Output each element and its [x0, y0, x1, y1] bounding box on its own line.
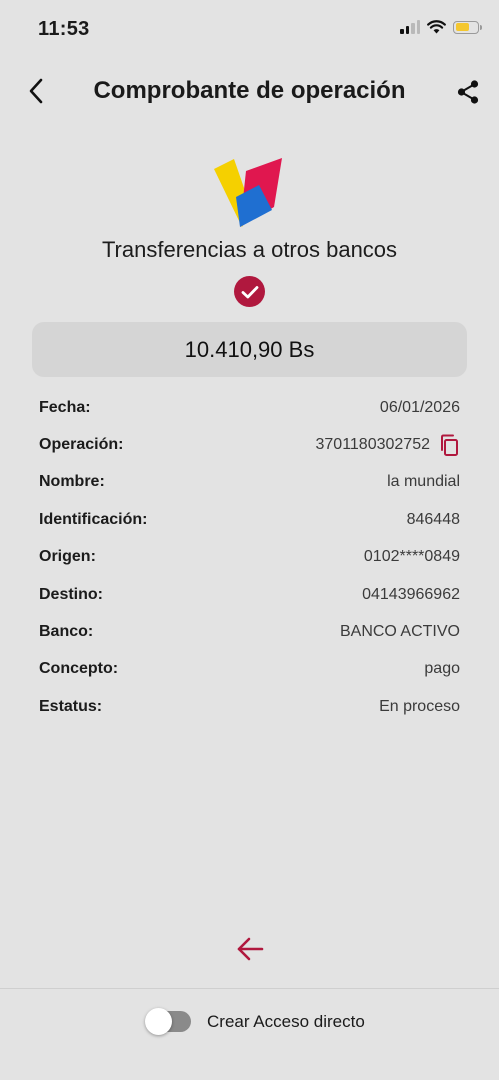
detail-label: Fecha: — [39, 398, 91, 416]
detail-value: 0102****0849 — [363, 548, 460, 566]
shortcut-row: Crear Acceso directo — [145, 1008, 365, 1035]
check-circle-icon — [234, 276, 265, 307]
detail-value: En proceso — [379, 697, 460, 715]
amount-box: 10.410,90 Bs — [32, 322, 467, 377]
detail-label: Operación: — [39, 436, 124, 454]
detail-value: la mundial — [387, 473, 460, 491]
page-title: Comprobante de operación — [93, 77, 406, 104]
detail-label: Identificación: — [39, 510, 148, 528]
transaction-type: Transferencias a otros bancos — [101, 237, 398, 262]
detail-value: 06/01/2026 — [379, 398, 460, 416]
detail-row-nombre: Nombre: la mundial — [39, 464, 460, 501]
detail-label: Destino: — [39, 585, 103, 603]
detail-row-estatus: Estatus: En proceso — [39, 688, 460, 725]
detail-row-fecha: Fecha: 06/01/2026 — [39, 389, 460, 426]
status-bar: 11:53 — [0, 0, 499, 60]
detail-value: BANCO ACTIVO — [339, 623, 460, 641]
detail-label: Nombre: — [39, 473, 105, 491]
footer-divider — [0, 988, 499, 989]
shortcut-label: Crear Acceso directo — [207, 1011, 365, 1031]
operation-number: 3701180302752 — [315, 436, 431, 454]
battery-icon — [453, 20, 482, 34]
status-time: 11:53 — [38, 18, 90, 40]
app-header: Comprobante de operación — [0, 62, 499, 122]
detail-value: 04143966962 — [362, 585, 460, 603]
copy-icon[interactable] — [438, 434, 460, 457]
detail-value-with-copy: 3701180302752 — [315, 434, 461, 457]
detail-row-destino: Destino: 04143966962 — [39, 576, 460, 613]
detail-label: Banco: — [39, 623, 94, 641]
detail-row-banco: Banco: BANCO ACTIVO — [39, 613, 460, 650]
detail-value: 846448 — [406, 510, 460, 528]
detail-label: Estatus: — [39, 697, 103, 715]
detail-row-origen: Origen: 0102****0849 — [39, 539, 460, 576]
detail-value: pago — [424, 660, 460, 678]
share-icon — [457, 80, 479, 104]
detail-row-identificacion: Identificación: 846448 — [39, 501, 460, 538]
arrow-left-icon[interactable] — [234, 933, 266, 965]
detail-label: Concepto: — [39, 660, 119, 678]
share-button[interactable] — [451, 75, 485, 109]
transaction-details: Fecha: 06/01/2026 Operación: 37011803027… — [39, 389, 460, 726]
bank-logo — [214, 158, 282, 227]
detail-row-concepto: Concepto: pago — [39, 651, 460, 688]
shortcut-toggle[interactable] — [145, 1008, 191, 1035]
wifi-icon — [427, 20, 446, 34]
status-icons — [400, 20, 482, 34]
detail-label: Origen: — [39, 548, 96, 566]
transaction-amount: 10.410,90 Bs — [184, 336, 315, 362]
detail-row-operacion: Operación: 3701180302752 — [39, 426, 460, 463]
cellular-signal-icon — [400, 20, 420, 34]
